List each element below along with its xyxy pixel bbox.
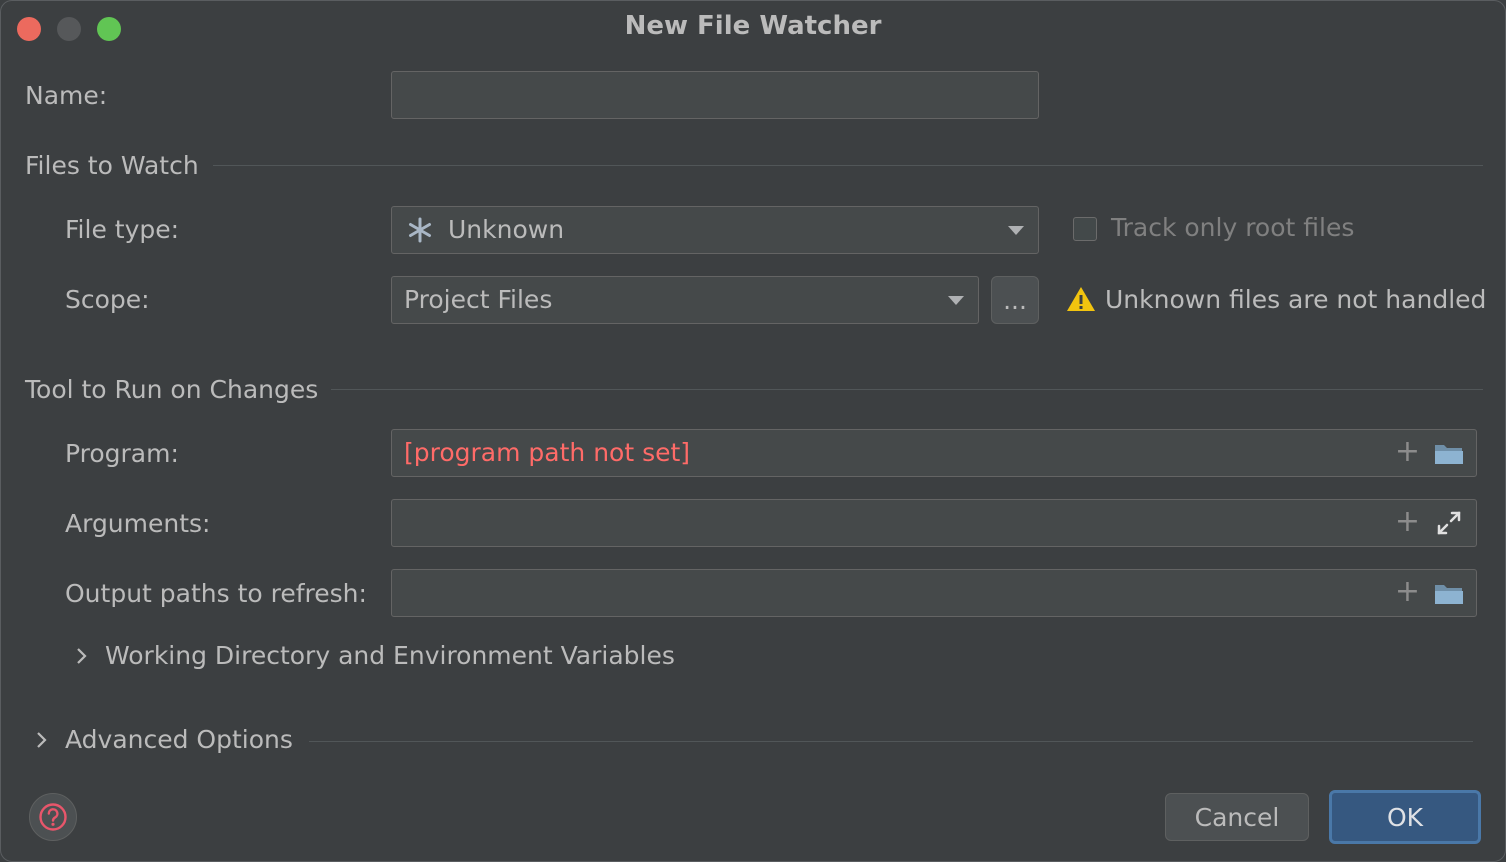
warning-text: Unknown files are not handled (1105, 285, 1487, 314)
file-type-label: File type: (65, 215, 180, 244)
advanced-separator (309, 741, 1473, 742)
working-directory-toggle[interactable]: Working Directory and Environment Variab… (105, 641, 675, 670)
chevron-right-icon[interactable] (33, 729, 49, 751)
chevron-right-icon[interactable] (73, 645, 89, 667)
warning-icon (1067, 287, 1095, 311)
scope-browse-button[interactable]: ... (991, 276, 1039, 324)
track-root-files-label: Track only root files (1111, 213, 1355, 242)
output-paths-label: Output paths to refresh: (65, 579, 367, 608)
tool-separator (331, 389, 1483, 390)
advanced-options-toggle[interactable]: Advanced Options (65, 725, 293, 754)
scope-label: Scope: (65, 285, 150, 314)
program-input[interactable]: [program path not set] + (391, 429, 1477, 477)
output-paths-input[interactable]: + (391, 569, 1477, 617)
help-icon (39, 803, 67, 831)
plus-icon[interactable]: + (1395, 577, 1420, 607)
tool-heading: Tool to Run on Changes (25, 375, 319, 404)
program-label: Program: (65, 439, 179, 468)
name-input[interactable] (391, 71, 1039, 119)
folder-icon[interactable] (1434, 582, 1464, 606)
asterisk-icon (409, 217, 431, 243)
files-to-watch-separator (213, 165, 1483, 166)
plus-icon[interactable]: + (1395, 437, 1420, 467)
arguments-label: Arguments: (65, 509, 211, 538)
help-button[interactable] (29, 793, 77, 841)
plus-icon[interactable]: + (1395, 507, 1420, 537)
chevron-down-icon (948, 296, 964, 305)
files-to-watch-heading: Files to Watch (25, 151, 199, 180)
dialog-window: New File Watcher Name: Files to Watch Fi… (0, 0, 1506, 862)
name-label: Name: (25, 81, 108, 110)
file-type-dropdown[interactable]: Unknown (391, 206, 1039, 254)
arguments-input[interactable]: + (391, 499, 1477, 547)
chevron-down-icon (1008, 226, 1024, 235)
dialog-title: New File Watcher (624, 11, 882, 41)
folder-icon[interactable] (1434, 442, 1464, 466)
expand-icon[interactable] (1436, 510, 1462, 536)
scope-value: Project Files (404, 285, 553, 314)
file-type-value: Unknown (448, 215, 565, 244)
track-root-files-checkbox[interactable] (1073, 217, 1097, 241)
program-value: [program path not set] (404, 438, 691, 467)
ok-button[interactable]: OK (1329, 790, 1481, 844)
cancel-button[interactable]: Cancel (1165, 793, 1309, 841)
scope-dropdown[interactable]: Project Files (391, 276, 979, 324)
